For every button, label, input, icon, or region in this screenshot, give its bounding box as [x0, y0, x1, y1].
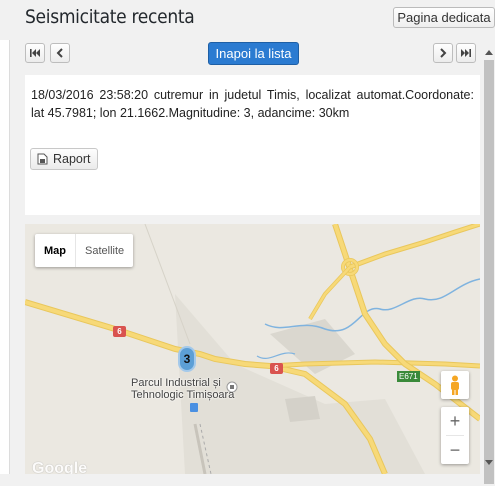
scrollbar-thumb[interactable]	[484, 60, 494, 484]
scroll-up-arrow-icon[interactable]	[483, 46, 495, 58]
back-to-list-button[interactable]: Inapoi la lista	[208, 42, 299, 65]
earthquake-cluster-marker[interactable]: 3	[178, 346, 196, 372]
report-document-icon	[37, 153, 48, 165]
google-logo: Google	[32, 460, 88, 474]
zoom-out-button[interactable]: −	[441, 436, 469, 464]
next-page-button[interactable]	[433, 43, 453, 63]
dedicated-page-button[interactable]: Pagina dedicata	[393, 7, 495, 28]
route-6-shield-east: 6	[270, 363, 283, 374]
map-type-map-button[interactable]: Map	[35, 234, 76, 267]
vertical-scrollbar[interactable]	[483, 42, 495, 484]
route-6-shield-west: 6	[113, 326, 126, 337]
zoom-control: + −	[441, 407, 469, 464]
last-page-icon	[461, 49, 471, 57]
zoom-in-button[interactable]: +	[441, 407, 469, 435]
scroll-down-arrow-icon[interactable]	[483, 457, 495, 469]
report-button-label: Raport	[53, 152, 91, 166]
next-page-icon	[440, 48, 447, 58]
left-panel-edge	[0, 40, 10, 474]
map-type-control: Map Satellite	[35, 234, 134, 267]
map-view[interactable]: Map Satellite 6 6 E671 3 Parcul Industri…	[25, 224, 480, 474]
poi-label-line-1: Parcul Industrial și	[131, 377, 221, 389]
last-page-button[interactable]	[456, 43, 476, 63]
route-e671-label: E671	[397, 371, 420, 382]
prev-page-button[interactable]	[50, 43, 70, 63]
event-details-panel: 18/03/2016 23:58:20 cutremur in judetul …	[25, 75, 480, 215]
page-title: Seismicitate recenta	[25, 6, 195, 28]
street-view-button[interactable]	[441, 371, 469, 399]
first-page-icon	[30, 49, 40, 57]
navigation-bar: Inapoi la lista	[25, 42, 480, 66]
poi-label-line-2: Tehnologic Timișoara	[131, 389, 235, 401]
report-button[interactable]: Raport	[30, 148, 98, 170]
map-type-satellite-button[interactable]: Satellite	[76, 234, 133, 267]
pegman-icon	[451, 375, 459, 395]
first-page-button[interactable]	[25, 43, 45, 63]
event-description: 18/03/2016 23:58:20 cutremur in judetul …	[31, 88, 474, 120]
prev-page-icon	[56, 48, 63, 58]
